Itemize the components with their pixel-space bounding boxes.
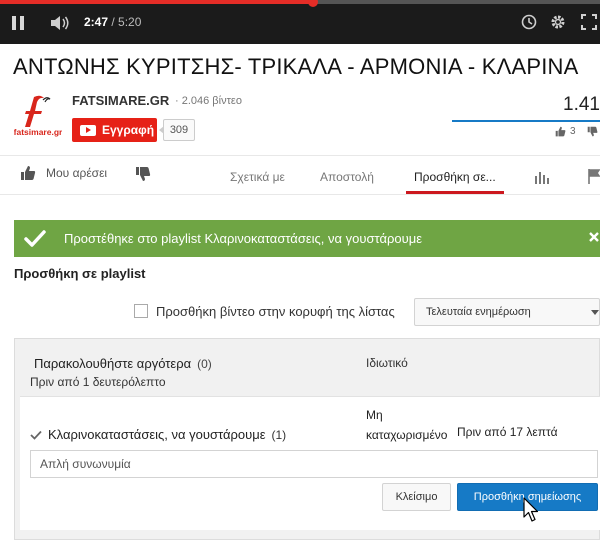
add-to-top-label[interactable]: Προσθήκη βίντεο στην κορυφή της λίστας xyxy=(156,304,395,319)
subscribe-button[interactable]: Εγγραφή xyxy=(72,118,157,142)
like-icon xyxy=(21,166,36,180)
sort-dropdown-value: Τελευταία ενημέρωση xyxy=(426,306,531,318)
flag-icon[interactable] xyxy=(588,168,600,184)
dislike-icon[interactable] xyxy=(135,166,151,182)
playlist-count: (0) xyxy=(197,357,212,371)
time-display: 2:47 / 5:20 xyxy=(84,15,141,29)
progress-fill xyxy=(0,0,314,4)
note-input[interactable] xyxy=(30,450,598,478)
tab-add-to[interactable]: Προσθήκη σε... xyxy=(414,170,496,184)
subscribe-label: Εγγραφή xyxy=(102,123,155,137)
video-title: ΑΝΤΩΝΗΣ ΚΥΡΙΤΣΗΣ- ΤΡΙΚΑΛΑ - ΑΡΜΟΝΙΑ - ΚΛ… xyxy=(13,54,579,79)
current-time: 2:47 xyxy=(84,15,109,29)
playlist-privacy-line1: Μη xyxy=(366,408,383,422)
close-icon[interactable] xyxy=(588,230,600,244)
like-icon xyxy=(555,126,566,137)
like-count: 3 xyxy=(570,126,576,137)
playlist-name: Παρακολουθήστε αργότερα xyxy=(34,356,192,371)
success-notification: Προστέθηκε στο playlist Κλαρινοκαταστάσε… xyxy=(14,220,600,257)
stats-icon[interactable] xyxy=(534,170,550,184)
view-count: 1.41 xyxy=(563,94,600,115)
progress-bar[interactable] xyxy=(0,0,600,7)
add-to-playlist-heading: Προσθήκη σε playlist xyxy=(14,266,146,281)
like-button[interactable]: Μου αρέσει xyxy=(20,165,107,181)
playlist-privacy: Μη καταχωρισμένο xyxy=(366,405,458,445)
progress-scrubber[interactable] xyxy=(308,0,319,7)
divider xyxy=(0,155,600,156)
fullscreen-icon[interactable] xyxy=(580,13,598,31)
channel-name[interactable]: FATSIMARE.GR xyxy=(72,93,169,108)
playlist-privacy: Ιδιωτικό xyxy=(366,356,408,370)
channel-logo-text: fatsimare.gr xyxy=(14,127,62,137)
channel-video-count: · 2.046 βίντεο xyxy=(175,95,242,107)
channel-logo[interactable]: fatsimare.gr xyxy=(14,93,62,141)
video-player-controls: 2:47 / 5:20 xyxy=(0,0,600,44)
pause-icon[interactable] xyxy=(12,16,26,30)
tab-share[interactable]: Αποστολή xyxy=(320,170,374,184)
sort-dropdown[interactable]: Τελευταία ενημέρωση xyxy=(414,298,600,326)
add-to-top-checkbox[interactable] xyxy=(134,304,148,318)
close-button[interactable]: Κλείσιμο xyxy=(382,483,451,511)
duration: / 5:20 xyxy=(108,15,142,29)
playlist-item-watch-later[interactable]: Παρακολουθήστε αργότερα (0) xyxy=(34,356,212,371)
dislike-icon[interactable] xyxy=(587,126,598,137)
playlist-privacy-line2: καταχωρισμένο xyxy=(366,428,448,442)
like-label: Μου αρέσει xyxy=(46,166,108,180)
check-icon xyxy=(24,229,46,247)
like-sentiment-bar xyxy=(452,120,600,122)
gear-icon[interactable] xyxy=(549,13,567,31)
clock-icon[interactable] xyxy=(520,13,538,31)
like-summary[interactable]: 3 xyxy=(555,126,576,137)
notification-text: Προστέθηκε στο playlist Κλαρινοκαταστάσε… xyxy=(64,231,422,246)
divider xyxy=(0,194,600,195)
check-icon xyxy=(30,430,42,440)
playlist-count: (1) xyxy=(271,428,287,442)
playlist-updated: Πριν από 1 δευτερόλεπτο xyxy=(30,375,166,389)
youtube-play-icon xyxy=(80,124,96,136)
mouse-cursor-icon xyxy=(523,497,539,522)
volume-icon[interactable] xyxy=(50,14,72,32)
subscriber-count: 309 xyxy=(159,119,195,141)
playlist-item-klarinokatastaseis[interactable]: Κλαρινοκαταστάσεις, να γουστάρουμε (1) xyxy=(48,427,286,442)
playlist-updated: Πριν από 17 λεπτά xyxy=(457,425,558,439)
playlist-name: Κλαρινοκαταστάσεις, να γουστάρουμε xyxy=(48,427,266,442)
chevron-down-icon xyxy=(591,310,599,315)
tab-about[interactable]: Σχετικά με xyxy=(230,170,285,184)
